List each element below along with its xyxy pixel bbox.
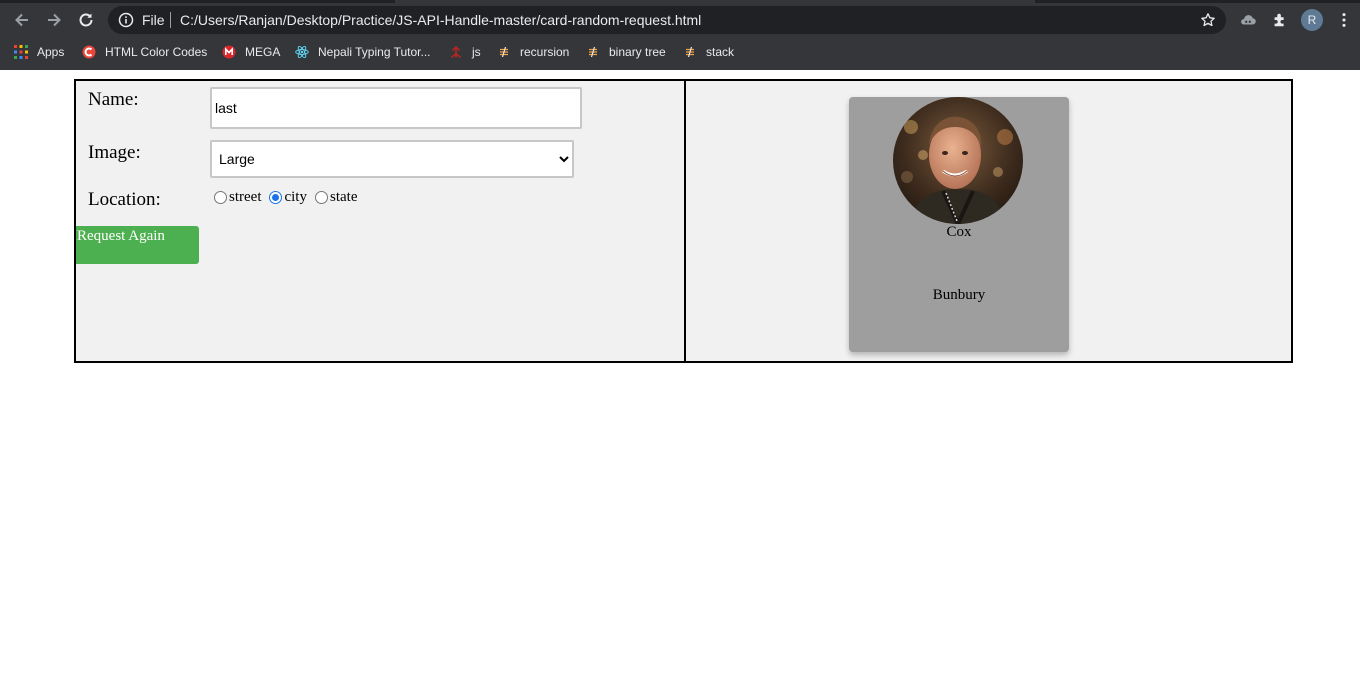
mega-icon xyxy=(222,45,236,59)
js-icon xyxy=(449,45,463,59)
user-card: Cox Bunbury xyxy=(849,97,1069,352)
stack-icon xyxy=(683,45,697,59)
forward-arrow-icon xyxy=(48,13,61,27)
url-text[interactable]: C:/Users/Ranjan/Desktop/Practice/JS-API-… xyxy=(180,12,701,28)
bookmark-star-icon[interactable] xyxy=(1200,12,1216,28)
bookmark-label: recursion xyxy=(520,45,570,59)
reload-icon xyxy=(79,13,93,27)
address-bar[interactable]: File C:/Users/Ranjan/Desktop/Practice/JS… xyxy=(108,6,1226,34)
url-scheme: File xyxy=(142,12,165,28)
radio-button-city[interactable] xyxy=(269,191,283,204)
back-arrow-icon xyxy=(15,13,28,27)
radio-state[interactable]: state xyxy=(314,189,358,206)
bookmark-label: Apps xyxy=(37,45,65,59)
radio-button-state[interactable] xyxy=(314,191,328,204)
radio-street[interactable]: street xyxy=(214,189,261,206)
radio-label-state: state xyxy=(329,189,358,205)
column-divider xyxy=(684,81,686,361)
radio-city[interactable]: city xyxy=(269,189,307,206)
radio-label-street: street xyxy=(229,189,262,205)
bookmark-label: Nepali Typing Tutor... xyxy=(318,45,431,59)
user-photo xyxy=(893,97,1023,224)
card-user-name: Cox xyxy=(946,224,972,240)
reload-button[interactable] xyxy=(74,8,98,32)
bookmark-label: binary tree xyxy=(609,45,666,59)
profile-avatar[interactable]: R xyxy=(1301,9,1323,31)
site-info-icon[interactable] xyxy=(118,12,134,28)
request-again-label: Request Again xyxy=(77,228,165,244)
image-label: Image: xyxy=(88,142,141,163)
react-icon xyxy=(295,45,309,59)
back-button[interactable] xyxy=(10,8,34,32)
radio-button-street[interactable] xyxy=(214,191,227,204)
bookmark-label: MEGA xyxy=(245,45,281,59)
bookmark-apps[interactable]: Apps xyxy=(14,42,64,62)
forward-button[interactable] xyxy=(42,8,66,32)
request-table: Name: Image: Large Location: street city… xyxy=(74,79,1293,363)
bookmark-nepali-typing-tutor[interactable]: Nepali Typing Tutor... xyxy=(295,42,431,62)
url-separator xyxy=(170,12,171,28)
bookmark-recursion[interactable]: recursion xyxy=(497,42,569,62)
card-user-location: Bunbury xyxy=(932,287,986,303)
apps-grid-icon xyxy=(14,45,28,59)
bookmark-binary-tree[interactable]: binary tree xyxy=(586,42,666,62)
bookmark-mega[interactable]: MEGA xyxy=(222,42,280,62)
location-label: Location: xyxy=(88,189,161,210)
image-size-select[interactable]: Large xyxy=(210,140,574,178)
bookmark-label: HTML Color Codes xyxy=(105,45,208,59)
bookmark-label: js xyxy=(472,45,481,59)
bookmark-stack[interactable]: stack xyxy=(683,42,734,62)
menu-kebab-icon[interactable] xyxy=(1334,10,1354,30)
html-color-codes-icon xyxy=(82,45,96,59)
recursion-icon xyxy=(497,45,511,59)
name-label: Name: xyxy=(88,89,139,110)
bookmarks-bar: Apps HTML Color Codes MEGA Nepali Typing… xyxy=(0,40,1360,64)
user-portrait-image xyxy=(893,97,1023,224)
cloud-extension-icon[interactable] xyxy=(1238,10,1258,30)
extensions-puzzle-icon[interactable] xyxy=(1270,10,1290,30)
location-radio-group: street city state xyxy=(214,189,365,206)
bookmark-html-color-codes[interactable]: HTML Color Codes xyxy=(82,42,207,62)
bookmark-js[interactable]: js xyxy=(449,42,481,62)
browser-chrome: File C:/Users/Ranjan/Desktop/Practice/JS… xyxy=(0,0,1360,70)
request-again-button[interactable]: Request Again xyxy=(76,226,199,264)
bookmark-label: stack xyxy=(706,45,735,59)
radio-label-city: city xyxy=(284,189,307,205)
binary-tree-icon xyxy=(586,45,600,59)
name-input[interactable] xyxy=(210,87,582,129)
active-tab-edge xyxy=(395,0,1035,3)
